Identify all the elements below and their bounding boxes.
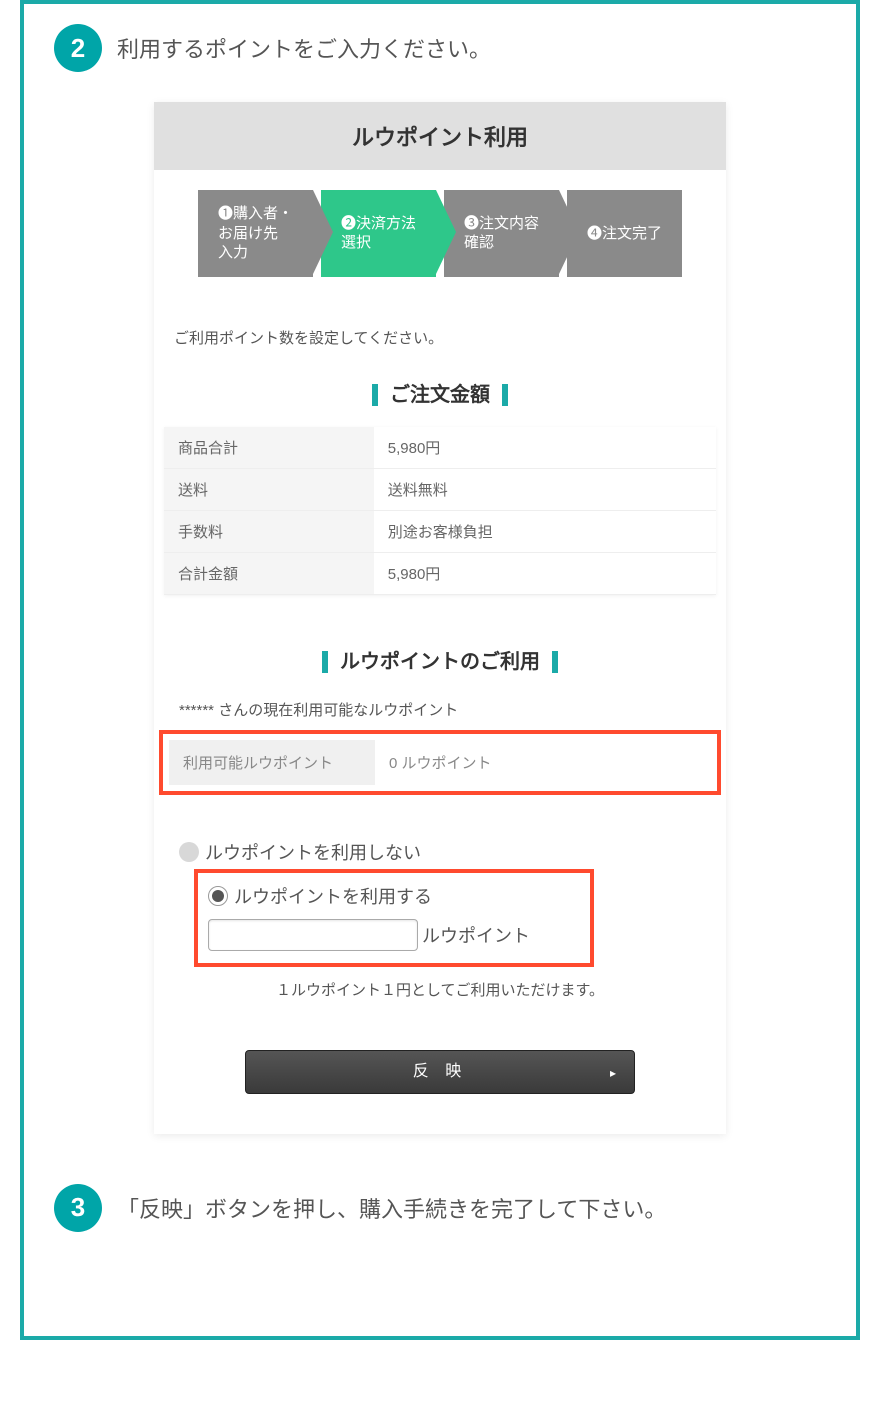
order-label: 商品合計 (164, 427, 374, 469)
breadcrumb-step-2: ❷決済方法 選択 (321, 190, 436, 277)
point-unit-label: ルウポイント (422, 922, 530, 948)
order-value: 5,980円 (374, 427, 716, 469)
table-row: 送料送料無料 (164, 468, 716, 510)
order-amount-title: ご注文金額 (154, 358, 726, 417)
points-card: ルウポイント利用 ❶購入者・ お届け先 入力 ❷決済方法 選択 ❸注文内容 確認… (154, 102, 726, 1134)
order-label: 送料 (164, 468, 374, 510)
order-value: 送料無料 (374, 468, 716, 510)
bc-num-2: ❷ (341, 215, 356, 232)
breadcrumb-step-3: ❸注文内容 確認 (444, 190, 559, 277)
card-title: ルウポイント利用 (154, 102, 726, 170)
table-row: 合計金額5,980円 (164, 552, 716, 594)
radio-use[interactable]: ルウポイントを利用する (208, 879, 580, 913)
order-label: 合計金額 (164, 552, 374, 594)
instruction-text: ご利用ポイント数を設定してください。 (154, 297, 726, 358)
apply-button[interactable]: 反 映 (245, 1050, 635, 1094)
table-row: 手数料別途お客様負担 (164, 510, 716, 552)
radio-icon-checked (208, 886, 228, 906)
breadcrumb-step-1: ❶購入者・ お届け先 入力 (198, 190, 313, 277)
instruction-frame: 2 利用するポイントをご入力ください。 ルウポイント利用 ❶購入者・ お届け先 … (20, 0, 860, 1340)
radio-label: ルウポイントを利用する (234, 883, 432, 909)
bc-num-3: ❸ (464, 215, 479, 232)
step-2-badge: 2 (54, 24, 102, 72)
step-2-text: 利用するポイントをご入力ください。 (117, 32, 491, 64)
order-value: 5,980円 (374, 552, 716, 594)
available-points-highlight: 利用可能ルウポイント 0 ルウポイント (159, 730, 721, 795)
order-value: 別途お客様負担 (374, 510, 716, 552)
step-3-text: 「反映」ボタンを押し、購入手続きを完了して下さい。 (117, 1192, 666, 1224)
bc-num-1: ❶ (218, 205, 233, 222)
bc-label-4: 注文完了 (602, 225, 662, 242)
points-value: 0 ルウポイント (375, 740, 711, 785)
point-input-row: ルウポイント (208, 919, 580, 951)
order-amount-table: 商品合計5,980円 送料送料無料 手数料別途お客様負担 合計金額5,980円 (164, 427, 716, 595)
table-row: 商品合計5,980円 (164, 427, 716, 469)
available-points-table: 利用可能ルウポイント 0 ルウポイント (169, 740, 711, 785)
step-3-badge: 3 (54, 1184, 102, 1232)
bc-num-4: ❹ (587, 225, 602, 242)
points-usage-title: ルウポイントのご利用 (154, 625, 726, 684)
table-row: 利用可能ルウポイント 0 ルウポイント (169, 740, 711, 785)
order-label: 手数料 (164, 510, 374, 552)
radio-label: ルウポイントを利用しない (205, 839, 421, 865)
radio-icon (179, 842, 199, 862)
radio-no-use[interactable]: ルウポイントを利用しない (179, 835, 701, 869)
points-label: 利用可能ルウポイント (169, 740, 375, 785)
points-radio-section: ルウポイントを利用しない ルウポイントを利用する ルウポイント (154, 805, 726, 967)
conversion-note: １ルウポイント１円としてご利用いただけます。 (154, 967, 726, 1030)
checkout-breadcrumb: ❶購入者・ お届け先 入力 ❷決済方法 選択 ❸注文内容 確認 ❹注文完了 (154, 170, 726, 297)
breadcrumb-step-4: ❹注文完了 (567, 190, 682, 277)
points-input[interactable] (208, 919, 418, 951)
step-3-header: 3 「反映」ボタンを押し、購入手続きを完了して下さい。 (54, 1184, 826, 1232)
use-points-highlight: ルウポイントを利用する ルウポイント (194, 869, 594, 967)
step-2-header: 2 利用するポイントをご入力ください。 (54, 24, 826, 72)
user-points-text: ****** さんの現在利用可能なルウポイント (154, 684, 726, 730)
